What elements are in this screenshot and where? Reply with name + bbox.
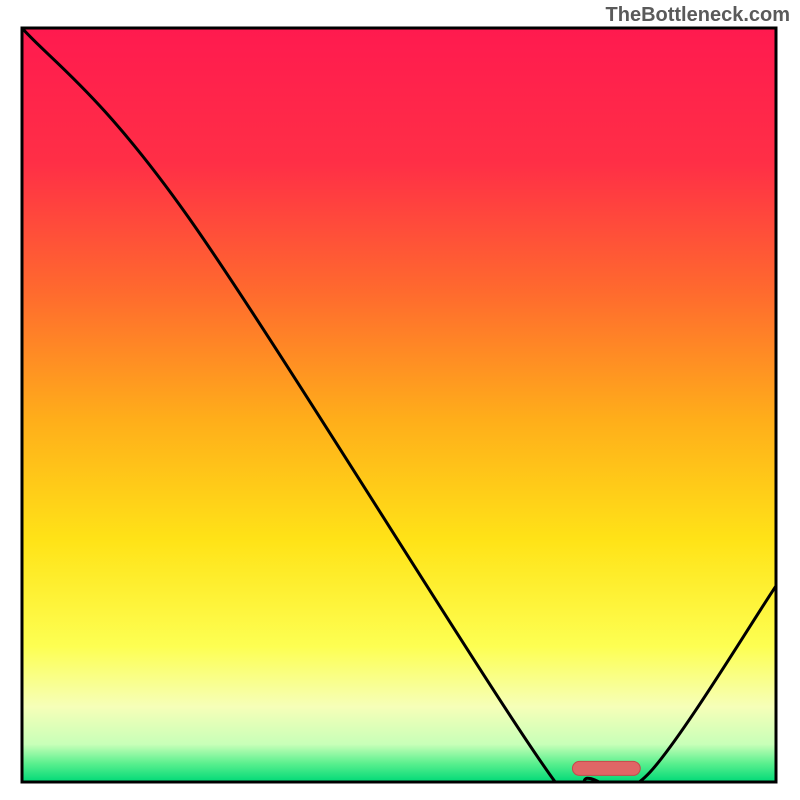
bottleneck-chart [0, 0, 800, 800]
plot-background [22, 28, 776, 782]
optimal-marker [572, 761, 640, 775]
attribution-text: TheBottleneck.com [606, 4, 790, 27]
chart-container: TheBottleneck.com [0, 0, 800, 800]
